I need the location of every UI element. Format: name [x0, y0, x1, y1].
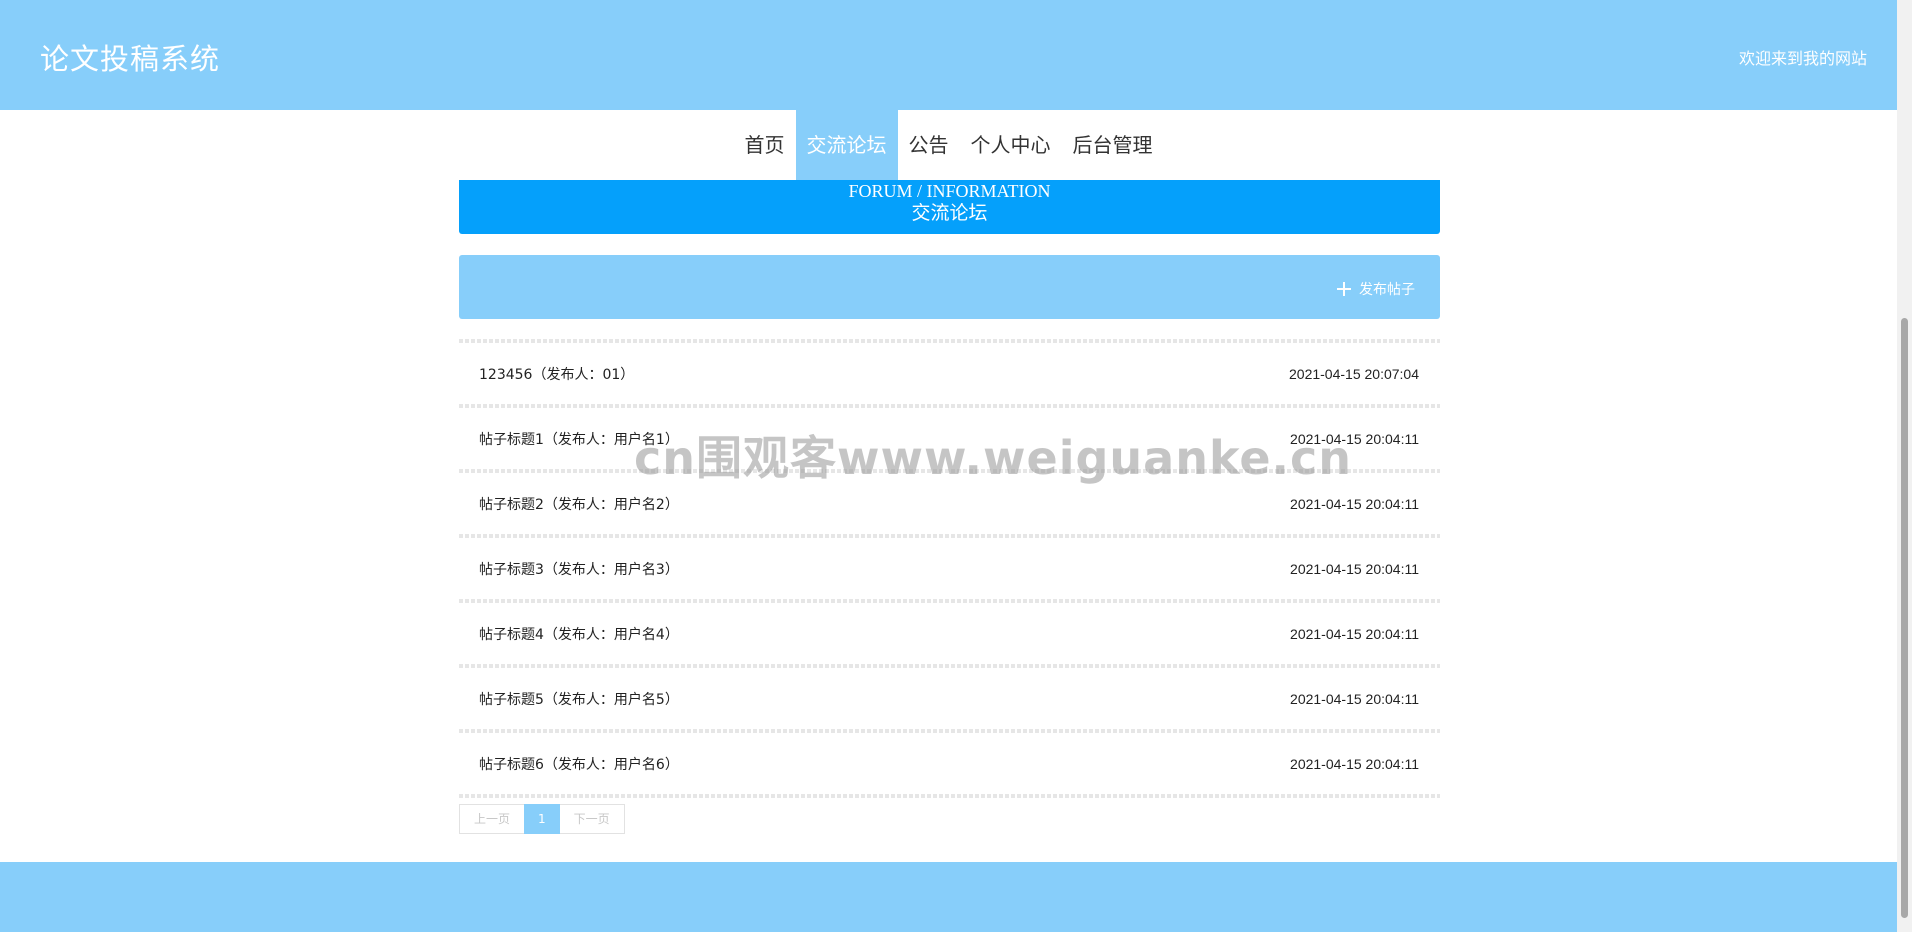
divider [459, 729, 1440, 733]
post-time: 2021-04-15 20:04:11 [1290, 625, 1419, 642]
post-row[interactable]: 帖子标题5（发布人：用户名5） 2021-04-15 20:04:11 [459, 668, 1440, 729]
nav-item-forum[interactable]: 交流论坛 [795, 110, 898, 180]
post-time: 2021-04-15 20:04:11 [1290, 495, 1419, 512]
post-row[interactable]: 帖子标题6（发布人：用户名6） 2021-04-15 20:04:11 [459, 733, 1440, 794]
post-time: 2021-04-15 20:04:11 [1290, 560, 1419, 577]
divider [459, 664, 1440, 668]
welcome-text: 欢迎来到我的网站 [1738, 49, 1867, 68]
site-footer [0, 862, 1897, 932]
post-row[interactable]: 帖子标题4（发布人：用户名4） 2021-04-15 20:04:11 [459, 603, 1440, 664]
site-title[interactable]: 论文投稿系统 [40, 36, 220, 78]
post-list: 123456（发布人：01） 2021-04-15 20:07:04 帖子标题1… [459, 339, 1440, 798]
post-title[interactable]: 帖子标题2（发布人：用户名2） [479, 494, 679, 514]
action-bar: 发布帖子 [459, 255, 1440, 319]
main-nav: 首页 交流论坛 公告 个人中心 后台管理 [0, 110, 1897, 180]
nav-item-home[interactable]: 首页 [734, 110, 796, 180]
page: 论文投稿系统 欢迎来到我的网站 首页 交流论坛 公告 个人中心 后台管理 FOR… [0, 0, 1912, 932]
post-time: 2021-04-15 20:07:04 [1289, 365, 1419, 382]
watermark: cn围观客www.weiguanke.cn [634, 431, 1353, 485]
nav-item-personal-center[interactable]: 个人中心 [960, 110, 1062, 180]
post-title[interactable]: 帖子标题6（发布人：用户名6） [479, 754, 679, 774]
banner-title-en: FORUM / INFORMATION [848, 181, 1051, 201]
post-title[interactable]: 帖子标题3（发布人：用户名3） [479, 559, 679, 579]
divider [459, 794, 1440, 798]
post-row[interactable]: 123456（发布人：01） 2021-04-15 20:07:04 [459, 343, 1440, 404]
divider [459, 339, 1440, 343]
page-number-button[interactable]: 1 [524, 804, 560, 834]
publish-post-button[interactable]: 发布帖子 [1337, 279, 1415, 299]
post-row[interactable]: 帖子标题3（发布人：用户名3） 2021-04-15 20:04:11 [459, 538, 1440, 599]
vertical-scrollbar[interactable] [1897, 0, 1912, 932]
banner-title-cn: 交流论坛 [911, 202, 988, 224]
post-title[interactable]: 帖子标题5（发布人：用户名5） [479, 689, 679, 709]
nav-item-admin[interactable]: 后台管理 [1062, 110, 1164, 180]
plus-icon [1337, 282, 1351, 296]
divider [459, 534, 1440, 538]
divider [459, 404, 1440, 408]
publish-post-label: 发布帖子 [1359, 282, 1415, 298]
pagination: 上一页 1 下一页 [459, 804, 625, 834]
divider [459, 599, 1440, 603]
nav-item-announcement[interactable]: 公告 [898, 110, 960, 180]
scrollbar-thumb[interactable] [1901, 318, 1908, 918]
post-title[interactable]: 123456（发布人：01） [479, 364, 634, 384]
post-time: 2021-04-15 20:04:11 [1290, 690, 1419, 707]
section-banner: FORUM / INFORMATION 交流论坛 [459, 180, 1440, 234]
site-header: 论文投稿系统 欢迎来到我的网站 [0, 0, 1897, 110]
next-page-button[interactable]: 下一页 [559, 804, 625, 834]
prev-page-button[interactable]: 上一页 [459, 804, 525, 834]
post-time: 2021-04-15 20:04:11 [1290, 755, 1419, 772]
post-title[interactable]: 帖子标题4（发布人：用户名4） [479, 624, 679, 644]
